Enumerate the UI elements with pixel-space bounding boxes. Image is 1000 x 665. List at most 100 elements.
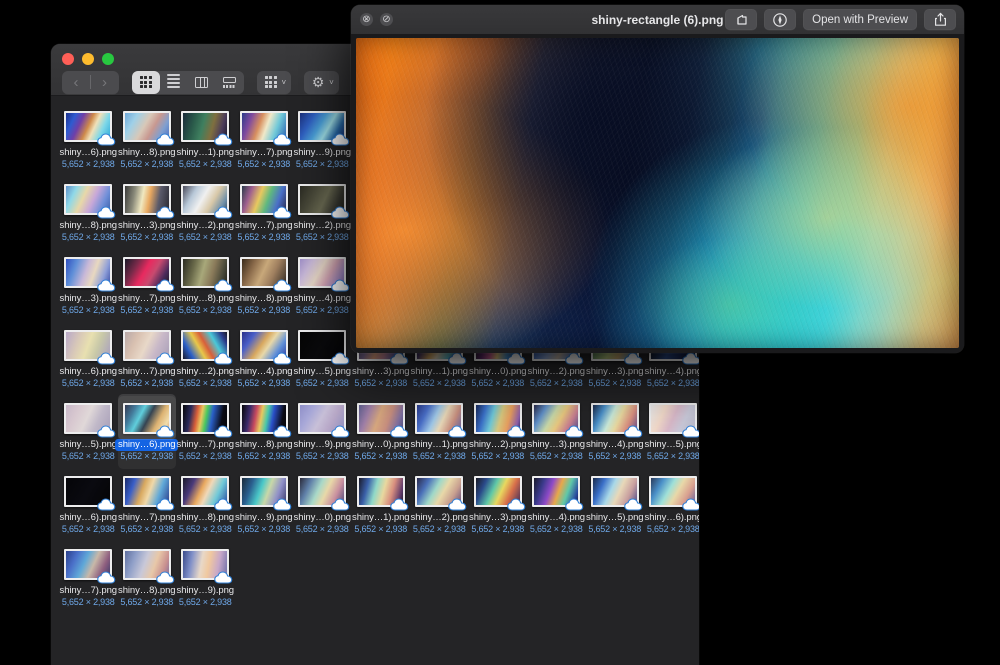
view-mode-group[interactable] xyxy=(131,70,244,94)
file-item[interactable]: shiny…5).png 5,652 × 2,938 xyxy=(293,323,352,396)
thumbnail-wrap[interactable] xyxy=(590,401,643,438)
thumbnail-wrap[interactable] xyxy=(63,547,116,584)
icloud-download-icon[interactable] xyxy=(506,498,526,511)
thumbnail-wrap[interactable] xyxy=(414,401,467,438)
file-item[interactable]: shiny…8).png 5,652 × 2,938 xyxy=(176,250,235,323)
file-item[interactable]: shiny…6).png 5,652 × 2,938 xyxy=(59,469,118,542)
quicklook-window[interactable]: ⊗ ⊘ shiny-rectangle (6).png Open with Pr… xyxy=(351,5,964,353)
file-item[interactable]: shiny…9).png 5,652 × 2,938 xyxy=(176,542,235,615)
file-item[interactable]: shiny…7).png 5,652 × 2,938 xyxy=(118,250,177,323)
file-item[interactable]: shiny…1).png 5,652 × 2,938 xyxy=(176,104,235,177)
thumbnail-wrap[interactable] xyxy=(180,547,233,584)
icloud-download-icon[interactable] xyxy=(331,279,350,292)
thumbnail-wrap[interactable] xyxy=(63,401,116,438)
icloud-download-icon[interactable] xyxy=(97,498,116,511)
icloud-download-icon[interactable] xyxy=(214,133,233,146)
icloud-download-icon[interactable] xyxy=(448,498,467,511)
icloud-download-icon[interactable] xyxy=(623,352,643,365)
icloud-download-icon[interactable] xyxy=(272,206,292,219)
file-item[interactable]: shiny…6).png 5,652 × 2,938 xyxy=(59,323,118,396)
fullscreen-button[interactable]: ⊘ xyxy=(380,13,393,26)
icloud-download-icon[interactable] xyxy=(155,279,175,292)
file-item[interactable]: shiny…7).png 5,652 × 2,938 xyxy=(118,469,177,542)
icloud-download-icon[interactable] xyxy=(97,279,116,292)
thumbnail-wrap[interactable] xyxy=(297,474,350,511)
file-item[interactable]: shiny…8).png 5,652 × 2,938 xyxy=(118,104,177,177)
icloud-download-icon[interactable] xyxy=(506,352,526,365)
file-item[interactable]: shiny…8).png 5,652 × 2,938 xyxy=(176,469,235,542)
file-item[interactable]: shiny…3).png 5,652 × 2,938 xyxy=(527,396,586,469)
icloud-download-icon[interactable] xyxy=(623,425,643,438)
icloud-download-icon[interactable] xyxy=(506,425,526,438)
thumbnail-wrap[interactable] xyxy=(122,474,175,511)
icloud-download-icon[interactable] xyxy=(214,352,233,365)
thumbnail-wrap[interactable] xyxy=(180,328,233,365)
back-button[interactable]: ‹ xyxy=(62,71,90,94)
thumbnail-wrap[interactable] xyxy=(117,394,176,440)
file-item[interactable]: shiny…7).png 5,652 × 2,938 xyxy=(176,396,235,469)
file-item[interactable]: shiny…8).png 5,652 × 2,938 xyxy=(235,250,294,323)
icloud-download-icon[interactable] xyxy=(682,425,699,438)
icloud-download-icon[interactable] xyxy=(97,206,116,219)
markup-button[interactable] xyxy=(764,9,797,30)
close-button[interactable]: ⊗ xyxy=(360,13,373,26)
thumbnail-wrap[interactable] xyxy=(180,255,233,292)
file-item[interactable]: shiny…9).png 5,652 × 2,938 xyxy=(293,104,352,177)
icloud-download-icon[interactable] xyxy=(623,498,643,511)
file-item[interactable]: shiny…2).png 5,652 × 2,938 xyxy=(176,323,235,396)
thumbnail-wrap[interactable] xyxy=(239,474,292,511)
icloud-download-icon[interactable] xyxy=(155,352,175,365)
thumbnail-wrap[interactable] xyxy=(122,109,175,146)
thumbnail-wrap[interactable] xyxy=(356,474,409,511)
file-item[interactable]: shiny…2).png 5,652 × 2,938 xyxy=(293,177,352,250)
icloud-download-icon[interactable] xyxy=(682,352,699,365)
file-item[interactable]: shiny…2).png 5,652 × 2,938 xyxy=(176,177,235,250)
icloud-download-icon[interactable] xyxy=(565,425,584,438)
thumbnail-wrap[interactable] xyxy=(297,328,350,365)
icloud-download-icon[interactable] xyxy=(331,498,350,511)
file-item[interactable]: shiny…9).png 5,652 × 2,938 xyxy=(235,469,294,542)
file-item[interactable]: shiny…8).png 5,652 × 2,938 xyxy=(118,542,177,615)
thumbnail-wrap[interactable] xyxy=(531,401,584,438)
icloud-download-icon[interactable] xyxy=(331,352,350,365)
thumbnail-wrap[interactable] xyxy=(63,474,116,511)
file-item[interactable]: shiny…7).png 5,652 × 2,938 xyxy=(59,542,118,615)
file-item[interactable]: shiny…7).png 5,652 × 2,938 xyxy=(235,104,294,177)
file-item[interactable]: shiny…5).png 5,652 × 2,938 xyxy=(586,469,645,542)
thumbnail-wrap[interactable] xyxy=(63,328,116,365)
thumbnail-wrap[interactable] xyxy=(590,474,643,511)
thumbnail-wrap[interactable] xyxy=(63,109,116,146)
icloud-download-icon[interactable] xyxy=(97,133,116,146)
thumbnail-wrap[interactable] xyxy=(239,328,292,365)
thumbnail-wrap[interactable] xyxy=(648,474,699,511)
thumbnail-wrap[interactable] xyxy=(297,401,350,438)
icloud-download-icon[interactable] xyxy=(214,206,233,219)
icloud-download-icon[interactable] xyxy=(97,571,116,584)
thumbnail-wrap[interactable] xyxy=(297,255,350,292)
thumbnail-wrap[interactable] xyxy=(239,182,292,219)
icloud-download-icon[interactable] xyxy=(214,279,233,292)
quicklook-actions[interactable]: Open with Preview xyxy=(725,9,956,30)
quicklook-titlebar[interactable]: ⊗ ⊘ shiny-rectangle (6).png Open with Pr… xyxy=(351,5,964,34)
group-icon-wrap[interactable] xyxy=(257,71,285,94)
icloud-download-icon[interactable] xyxy=(155,206,175,219)
thumbnail-wrap[interactable] xyxy=(239,255,292,292)
icloud-download-icon[interactable] xyxy=(389,352,409,365)
file-item[interactable]: shiny…3).png 5,652 × 2,938 xyxy=(118,177,177,250)
icloud-download-icon[interactable] xyxy=(155,133,175,146)
group-by-button[interactable]: ˅ xyxy=(256,70,292,94)
icloud-download-icon[interactable] xyxy=(214,571,233,584)
rotate-button[interactable] xyxy=(725,9,758,30)
thumbnail-wrap[interactable] xyxy=(356,401,409,438)
icloud-download-icon[interactable] xyxy=(97,425,116,438)
file-item[interactable]: shiny…5).png 5,652 × 2,938 xyxy=(59,396,118,469)
thumbnail-wrap[interactable] xyxy=(297,182,350,219)
icloud-download-icon[interactable] xyxy=(565,352,584,365)
thumbnail-wrap[interactable] xyxy=(414,474,467,511)
open-with-preview-button[interactable]: Open with Preview xyxy=(803,9,917,30)
thumbnail-wrap[interactable] xyxy=(180,109,233,146)
file-item[interactable]: shiny…7).png 5,652 × 2,938 xyxy=(118,323,177,396)
icloud-download-icon[interactable] xyxy=(155,571,175,584)
quicklook-window-controls[interactable]: ⊗ ⊘ xyxy=(360,13,393,26)
file-item[interactable]: shiny…4).png 5,652 × 2,938 xyxy=(235,323,294,396)
